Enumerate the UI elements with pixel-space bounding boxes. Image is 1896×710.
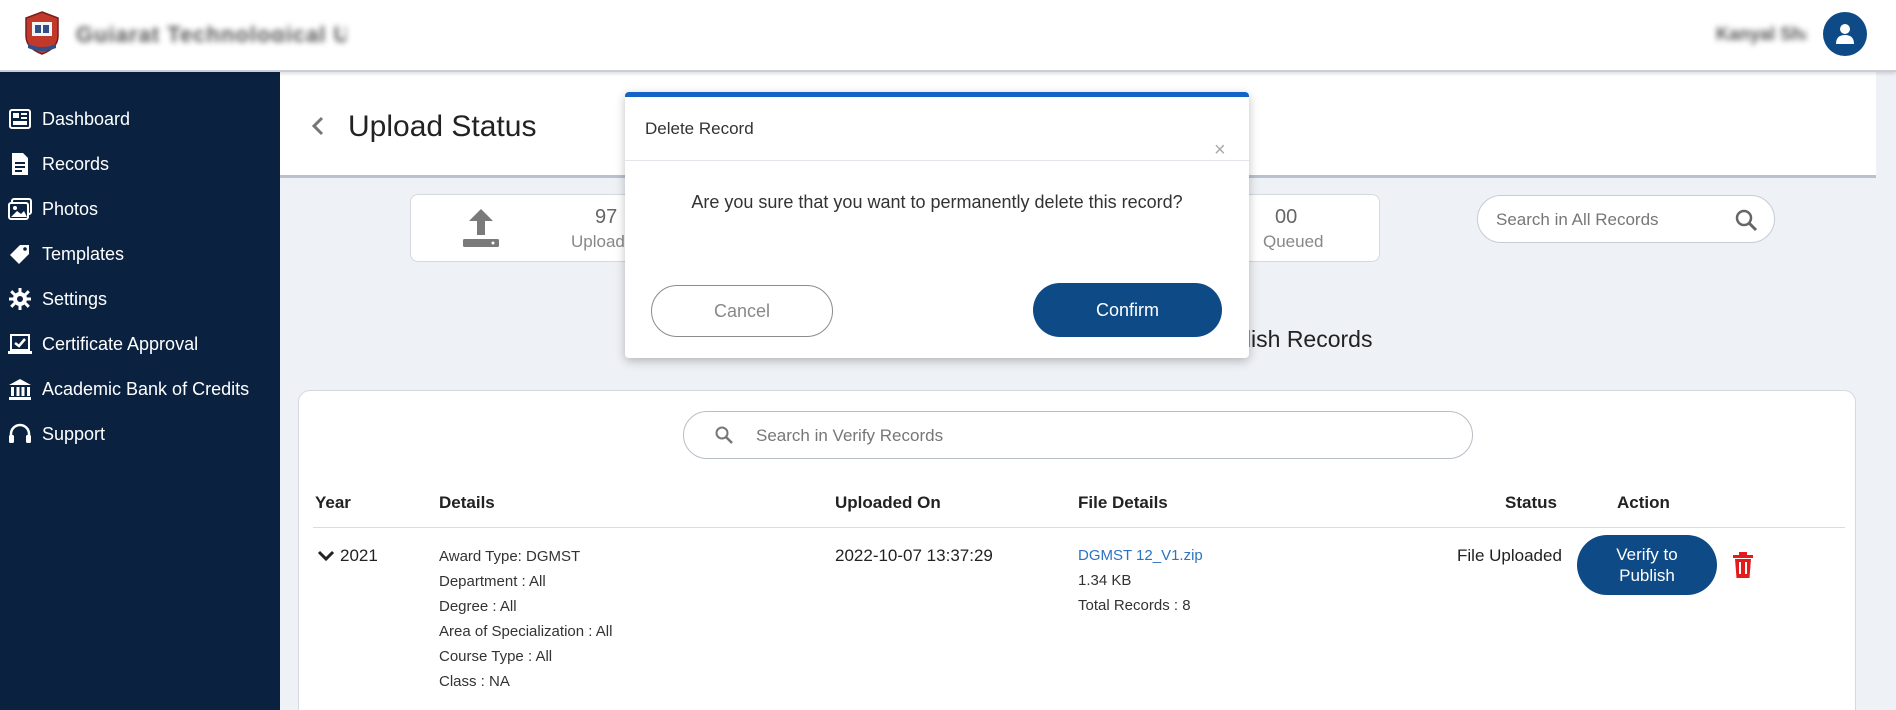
cancel-button[interactable]: Cancel [651,285,833,337]
dialog-message: Are you sure that you want to permanentl… [691,192,1183,212]
confirm-button[interactable]: Confirm [1033,283,1222,337]
dialog-divider [625,160,1249,161]
delete-record-dialog: Delete Record × Are you sure that you wa… [625,92,1249,358]
dialog-title: Delete Record [645,119,754,138]
close-icon[interactable]: × [1214,140,1226,160]
